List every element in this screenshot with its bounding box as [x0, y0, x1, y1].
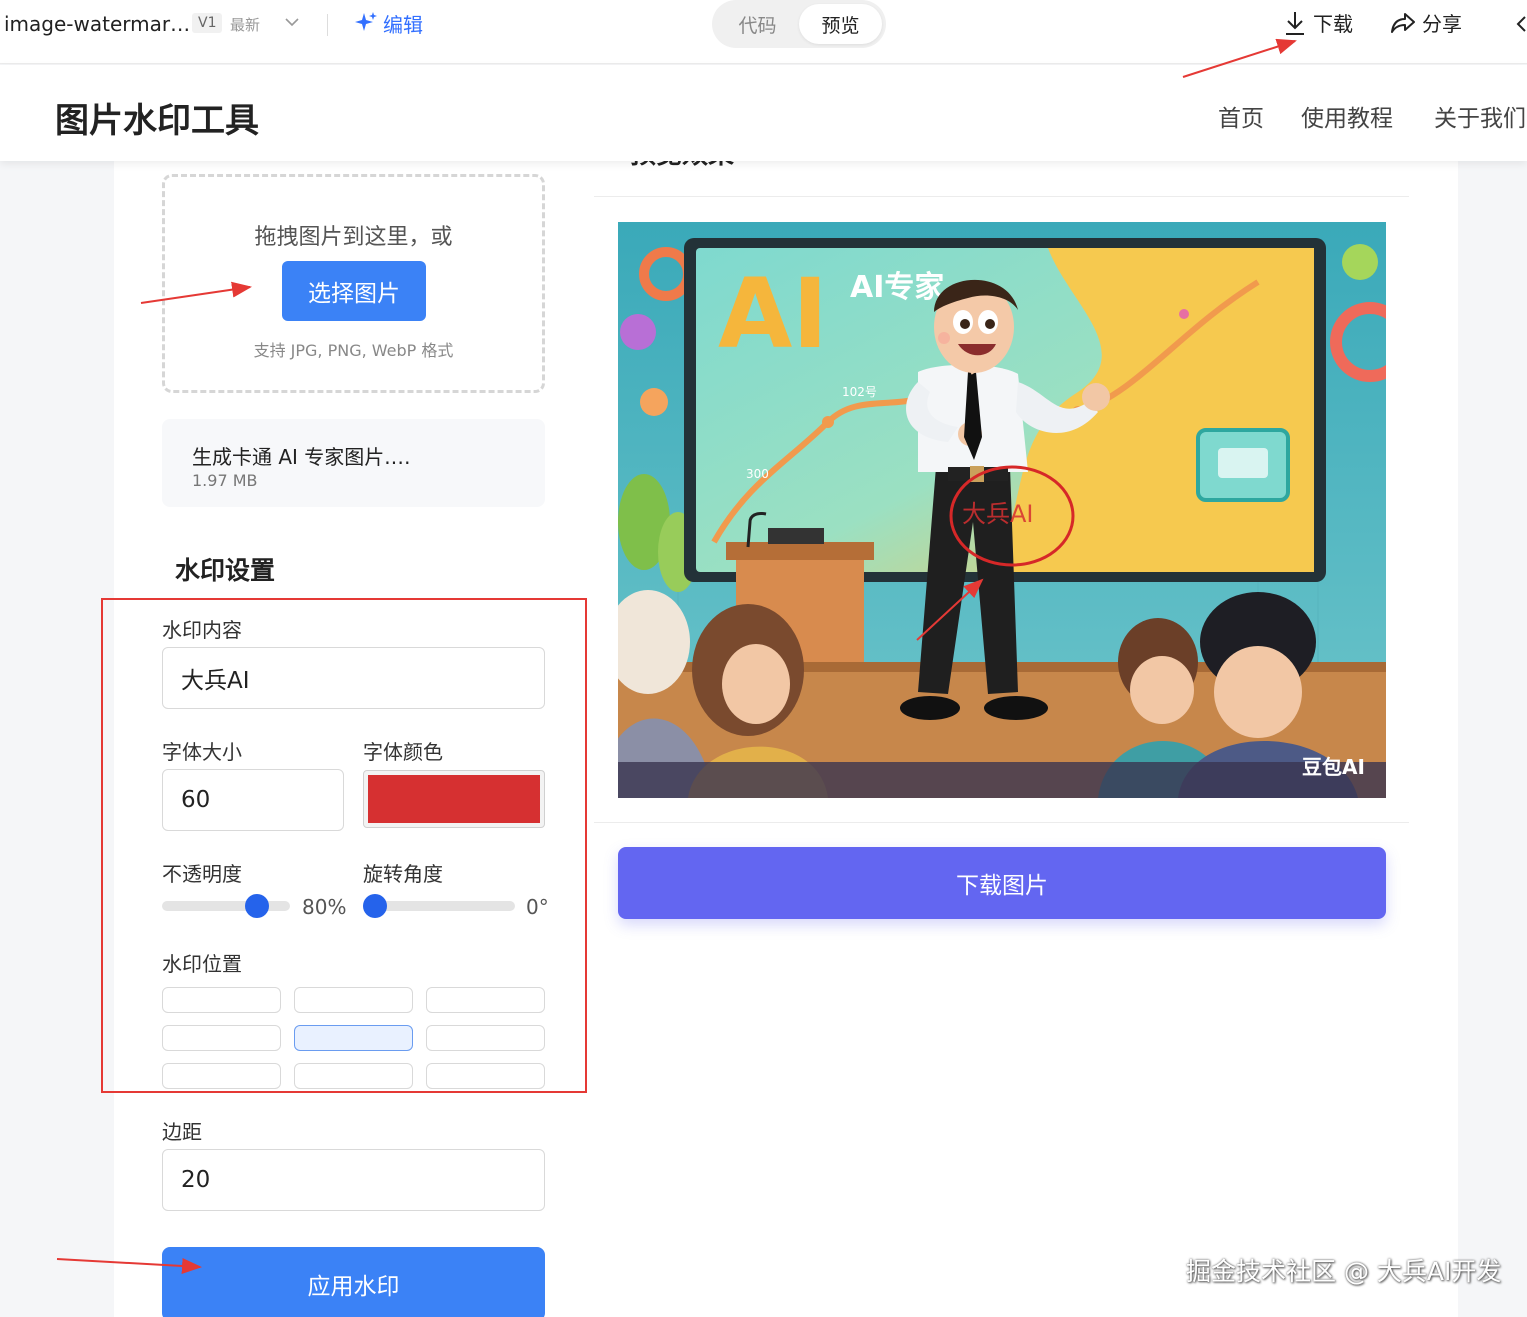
share-action[interactable]: 分享	[1390, 8, 1462, 37]
margin-input[interactable]: 20	[162, 1149, 545, 1211]
image-chart-number: 300	[746, 467, 769, 481]
editor-topbar: image-watermar… V1 最新 编辑 代码 预览 下载 分享	[0, 0, 1527, 64]
margin-label: 边距	[162, 1120, 202, 1144]
font-color-picker[interactable]	[363, 770, 545, 828]
nav-tutorial[interactable]: 使用教程	[1301, 99, 1393, 133]
download-action[interactable]: 下载	[1283, 8, 1353, 37]
preview-image: AI AI专家 300 102号 大兵AI 豆包AI	[618, 222, 1386, 798]
apply-watermark-button[interactable]: 应用水印	[162, 1247, 545, 1317]
download-label: 下载	[1313, 12, 1353, 36]
position-option-middle-right[interactable]	[426, 1025, 545, 1051]
chevron-down-icon[interactable]	[282, 12, 302, 32]
preview-watermark-text: 大兵AI	[962, 500, 1034, 528]
rotation-slider[interactable]	[363, 894, 515, 918]
collapse-icon[interactable]	[1515, 14, 1527, 34]
image-chart-number: 102号	[842, 385, 877, 399]
latest-label: 最新	[230, 16, 261, 34]
dropzone-text: 拖拽图片到这里，或	[254, 225, 453, 250]
rotation-label: 旋转角度	[363, 862, 443, 886]
image-corner-mark: 豆包AI	[1302, 755, 1365, 779]
download-image-button[interactable]: 下载图片	[618, 847, 1386, 919]
position-option-bottom-right[interactable]	[426, 1063, 545, 1089]
position-option-middle-left[interactable]	[162, 1025, 281, 1051]
rotation-value: 0°	[526, 895, 549, 919]
nav-home[interactable]: 首页	[1218, 99, 1264, 133]
file-name: 生成卡通 AI 专家图片.…	[192, 445, 411, 469]
opacity-value: 80%	[302, 895, 347, 919]
site-title: 图片水印工具	[55, 101, 259, 141]
opacity-label: 不透明度	[162, 862, 242, 886]
file-size: 1.97 MB	[192, 471, 258, 490]
position-option-top-right[interactable]	[426, 987, 545, 1013]
watermark-settings-title: 水印设置	[175, 556, 276, 585]
watermark-text-input[interactable]: 大兵AI	[162, 647, 545, 709]
nav-about[interactable]: 关于我们	[1434, 99, 1526, 133]
formats-hint: 支持 JPG, PNG, WebP 格式	[253, 341, 454, 360]
position-option-top-left[interactable]	[162, 987, 281, 1013]
document-title[interactable]: image-watermar…	[4, 12, 190, 36]
cartoon-ai-expert-illustration: AI AI专家 300 102号 大兵AI 豆包AI	[618, 222, 1386, 798]
opacity-slider[interactable]	[162, 894, 290, 918]
color-swatch	[368, 775, 540, 823]
edit-button[interactable]: 编辑	[354, 9, 423, 37]
choose-image-button[interactable]: 选择图片	[282, 261, 426, 321]
font-color-label: 字体颜色	[363, 740, 443, 764]
position-option-top-center[interactable]	[294, 987, 413, 1013]
sparkle-icon	[355, 12, 377, 31]
community-watermark: 掘金技术社区 @ 大兵AI开发	[1186, 1257, 1502, 1286]
rotation-slider-handle[interactable]	[363, 894, 387, 918]
image-subheading: AI专家	[850, 270, 944, 305]
position-option-bottom-center[interactable]	[294, 1063, 413, 1089]
upload-dropzone[interactable]: 拖拽图片到这里，或 选择图片 支持 JPG, PNG, WebP 格式	[162, 174, 545, 393]
edit-label: 编辑	[383, 12, 423, 37]
font-size-label: 字体大小	[162, 740, 242, 764]
version-badge: V1	[192, 13, 223, 33]
font-size-input[interactable]: 60	[162, 769, 344, 831]
tab-code[interactable]: 代码	[716, 4, 799, 44]
image-heading: AI	[718, 258, 828, 370]
view-toggle: 代码 预览	[712, 0, 886, 48]
watermark-text-value: 大兵AI	[181, 668, 250, 694]
share-icon	[1391, 12, 1415, 33]
file-info-card: 生成卡通 AI 专家图片.… 1.97 MB	[162, 419, 545, 507]
download-icon	[1286, 11, 1304, 35]
site-header: 图片水印工具 首页 使用教程 关于我们	[0, 65, 1527, 161]
position-label: 水印位置	[162, 952, 242, 976]
content-label: 水印内容	[162, 618, 242, 642]
position-option-center[interactable]	[294, 1025, 413, 1051]
share-label: 分享	[1422, 12, 1462, 36]
divider	[594, 196, 1409, 197]
position-option-bottom-left[interactable]	[162, 1063, 281, 1089]
tab-preview[interactable]: 预览	[799, 4, 882, 44]
divider	[594, 822, 1409, 823]
font-size-value: 60	[181, 787, 211, 813]
opacity-slider-handle[interactable]	[245, 894, 270, 918]
divider	[327, 14, 328, 36]
margin-value: 20	[181, 1167, 211, 1193]
